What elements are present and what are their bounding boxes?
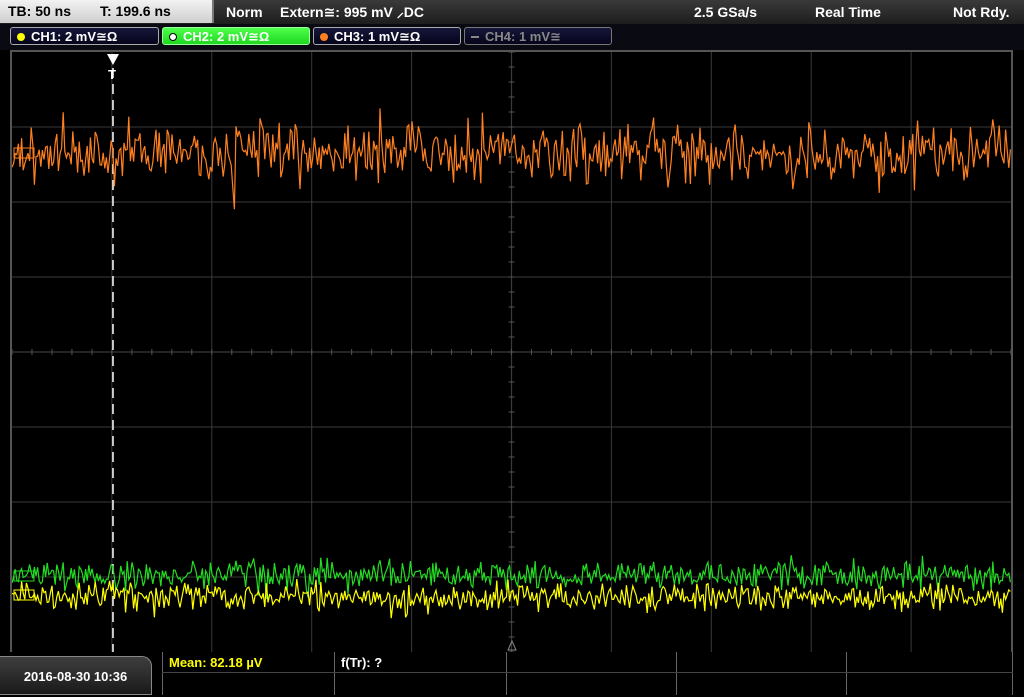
run-status: Not Rdy. [953, 4, 1010, 20]
measurement-4-cell[interactable] [676, 652, 846, 695]
channel-1-dot-icon [17, 33, 25, 41]
channel-4-button[interactable]: CH4: 1 mV≅ [464, 27, 612, 45]
measurement-2-value: f(Tr): ? [341, 655, 383, 670]
measurement-1-value: Mean: 82.18 µV [169, 655, 263, 670]
channel-1-label: CH1: 2 mV≅Ω [31, 29, 118, 44]
trigger-source[interactable]: Extern≅: 995 mV ⸝DC [280, 0, 424, 24]
acquisition-mode[interactable]: Real Time [815, 0, 881, 24]
channel-1-button[interactable]: CH1: 2 mV≅Ω [10, 27, 159, 45]
graticule [12, 52, 1011, 652]
trigger-position-arrow-icon[interactable] [107, 54, 119, 65]
channel-3-dot-icon [320, 33, 328, 41]
measurement-5-cell[interactable] [846, 652, 1013, 695]
measurement-3-cell[interactable] [506, 652, 676, 695]
channel-4-dash-icon [471, 36, 479, 38]
waveform-svg: T [12, 52, 1011, 652]
measurement-1-cell[interactable]: Mean: 82.18 µV [162, 652, 334, 695]
status-bar: TB: 50 ns T: 199.6 ns Norm Extern≅: 995 … [0, 0, 1024, 25]
channel-2-label: CH2: 2 mV≅Ω [183, 29, 270, 44]
channel-3-button[interactable]: CH3: 1 mV≅Ω [313, 27, 461, 45]
waveform-display[interactable]: T [10, 50, 1013, 654]
timebase-label: TB: 50 ns [8, 3, 72, 19]
trigger-mode[interactable]: Norm [226, 0, 263, 24]
channel-2-dot-icon [169, 33, 177, 41]
timebase-box[interactable]: TB: 50 ns T: 199.6 ns [0, 0, 214, 23]
channel-3-label: CH3: 1 mV≅Ω [334, 29, 421, 44]
trigger-marker-label: T [108, 67, 116, 82]
channel-2-button[interactable]: CH2: 2 mV≅Ω [162, 27, 310, 45]
measurement-divider [162, 672, 1013, 673]
channel-bar: CH1: 2 mV≅Ω CH2: 2 mV≅Ω CH3: 1 mV≅Ω CH4:… [0, 24, 1024, 50]
sample-rate: 2.5 GSa/s [694, 4, 758, 20]
measurement-2-cell[interactable]: f(Tr): ? [334, 652, 506, 695]
trigger-time-label: T: 199.6 ns [100, 3, 171, 19]
datetime-box: 2016-08-30 10:36 [0, 656, 152, 695]
channel-4-label: CH4: 1 mV≅ [485, 29, 561, 44]
